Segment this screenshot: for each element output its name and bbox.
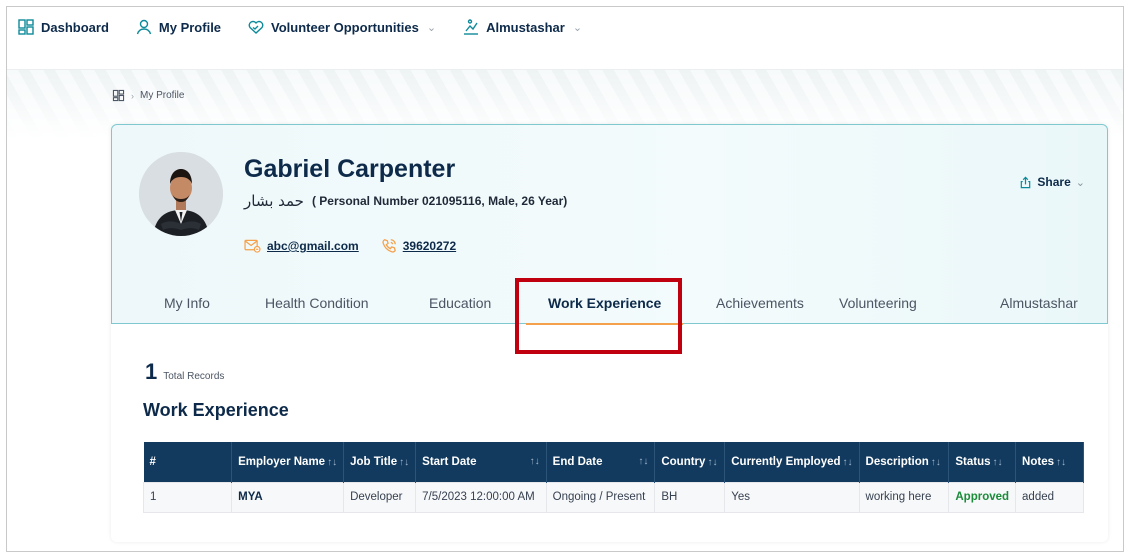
sort-icon[interactable]: ↑↓	[707, 457, 717, 468]
tab-health-condition[interactable]: Health Condition	[265, 295, 369, 325]
cell-status: Approved	[948, 481, 1017, 513]
cell-start-date: 7/5/2023 12:00:00 AM	[415, 481, 547, 513]
sort-icon[interactable]: ↑↓	[931, 457, 941, 468]
nav-my-profile-label: My Profile	[158, 19, 222, 35]
email-link[interactable]: abc@gmail.com	[244, 239, 359, 253]
chevron-down-icon: ⌄	[572, 21, 583, 34]
sort-icon[interactable]: ↑↓	[1056, 457, 1066, 468]
tab-almustashar[interactable]: Almustashar	[1000, 295, 1078, 325]
cell-employer-name: MYA	[231, 481, 345, 513]
col-header-employer-name[interactable]: Employer Name ↑↓	[231, 442, 345, 482]
tab-volunteering[interactable]: Volunteering	[839, 295, 917, 325]
records-count: 1	[145, 359, 158, 384]
nav-volunteer-opportunities-label: Volunteer Opportunities	[271, 19, 419, 35]
col-header-end-date[interactable]: End Date ↑↓	[546, 442, 656, 482]
dashboard-icon[interactable]	[112, 89, 125, 102]
sort-icon[interactable]: ↑↓	[399, 457, 409, 468]
chevron-down-icon: ⌄	[426, 21, 437, 34]
share-icon	[1021, 176, 1031, 188]
nav-volunteer-opportunities[interactable]: Volunteer Opportunities ⌄	[247, 18, 436, 36]
cell-country: BH	[654, 481, 726, 513]
nav-dashboard[interactable]: Dashboard	[17, 18, 109, 36]
cell-number: 1	[142, 481, 233, 513]
phone-icon	[382, 239, 396, 253]
col-header-status[interactable]: Status ↑↓	[948, 442, 1017, 482]
arabic-name: حمد بشار	[244, 192, 304, 210]
nav-dashboard-label: Dashboard	[41, 19, 109, 35]
share-label: Share	[1037, 175, 1071, 189]
profile-subline: حمد بشار ( Personal Number 021095116, Ma…	[244, 192, 567, 210]
work-experience-table: # Employer Name ↑↓ Job Title ↑↓ Start Date…	[142, 442, 1084, 513]
tab-achievements[interactable]: Achievements	[716, 295, 804, 325]
sort-icon[interactable]: ↑↓	[843, 457, 853, 468]
col-header-notes[interactable]: Notes ↑↓	[1015, 442, 1084, 482]
top-nav: Dashboard My Profile Volunteer Opportuni…	[7, 7, 1123, 47]
almustashar-icon	[464, 19, 479, 35]
total-records: 1 Total Records	[145, 359, 224, 385]
phone-text: 39620272	[402, 239, 457, 253]
avatar-photo	[139, 152, 223, 236]
col-header-description[interactable]: Description ↑↓	[859, 442, 950, 482]
tab-highlight-box	[515, 278, 682, 354]
user-icon	[136, 19, 152, 35]
cell-currently-employed: Yes	[724, 481, 860, 513]
sort-icon[interactable]: ↑↓	[327, 457, 337, 468]
email-text: abc@gmail.com	[267, 239, 359, 253]
contact-info: abc@gmail.com 39620272	[244, 238, 456, 254]
nav-almustashar[interactable]: Almustashar ⌄	[462, 18, 582, 36]
table-row: 1 MYA Developer 7/5/2023 12:00:00 AM Ong…	[142, 481, 1084, 513]
tab-my-info[interactable]: My Info	[164, 295, 210, 325]
dashboard-icon	[18, 19, 34, 35]
sort-icon[interactable]: ↑↓	[638, 456, 648, 467]
col-header-number: #	[143, 442, 233, 482]
sort-icon[interactable]: ↑↓	[993, 457, 1003, 468]
nav-almustashar-label: Almustashar	[486, 19, 565, 35]
cell-notes: added	[1015, 481, 1084, 513]
section-title: Work Experience	[143, 400, 289, 420]
col-header-start-date[interactable]: Start Date ↑↓	[415, 442, 547, 482]
col-header-job-title[interactable]: Job Title ↑↓	[343, 442, 417, 482]
table-header-row: # Employer Name ↑↓ Job Title ↑↓ Start Date…	[143, 442, 1084, 482]
breadcrumb-separator: ›	[131, 90, 134, 101]
share-button[interactable]: Share ⌄	[1019, 175, 1085, 189]
avatar	[139, 152, 223, 236]
phone-link[interactable]: 39620272	[381, 238, 456, 254]
nav-my-profile[interactable]: My Profile	[135, 18, 221, 36]
handshake-heart-icon	[248, 20, 264, 34]
tab-education[interactable]: Education	[429, 295, 491, 325]
breadcrumb-current: My Profile	[140, 90, 185, 101]
cell-job-title: Developer	[343, 481, 417, 513]
cell-end-date: Ongoing / Present	[545, 481, 656, 513]
mail-icon	[244, 239, 261, 253]
col-header-currently-employed[interactable]: Currently Employed ↑↓	[724, 442, 860, 482]
breadcrumb: › My Profile	[112, 89, 184, 102]
cell-description: working here	[858, 481, 950, 513]
records-label: Total Records	[163, 371, 225, 382]
profile-name: Gabriel Carpenter	[244, 155, 456, 183]
col-header-country[interactable]: Country ↑↓	[654, 442, 726, 482]
sort-icon[interactable]: ↑↓	[530, 456, 540, 467]
chevron-down-icon: ⌄	[1075, 176, 1085, 189]
profile-details: ( Personal Number 021095116, Male, 26 Ye…	[311, 194, 568, 208]
